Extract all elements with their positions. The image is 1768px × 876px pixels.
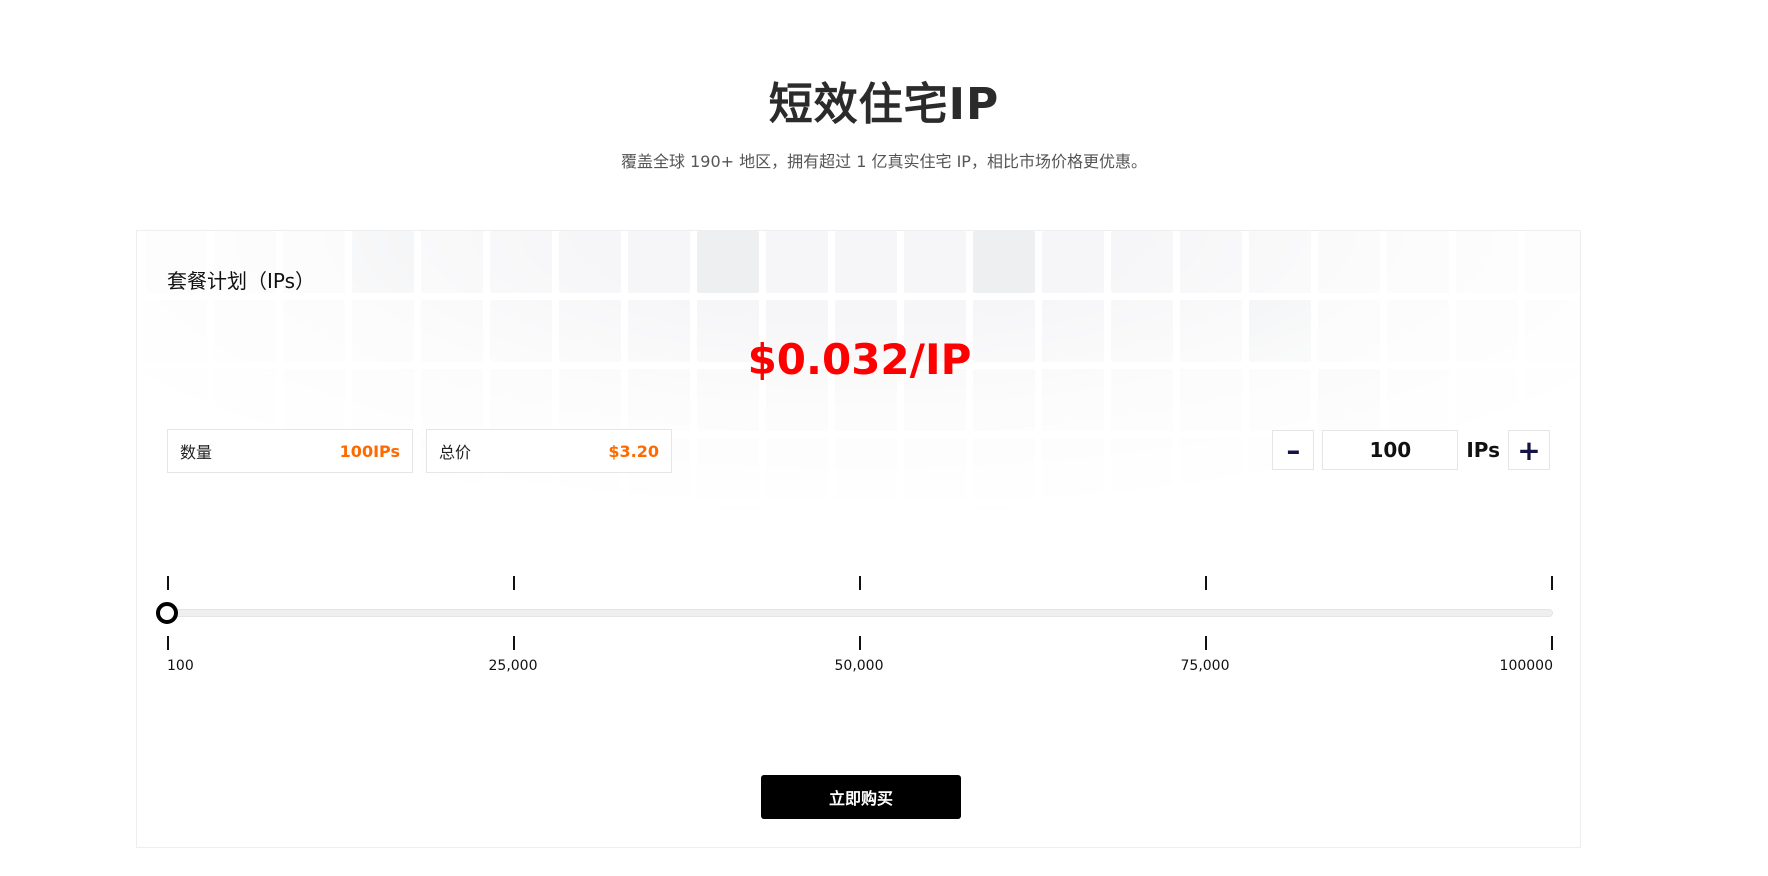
- plan-card: 套餐计划（IPs） $0.032/IP 数量 100IPs 总价 $3.20 –…: [136, 230, 1581, 848]
- slider-tick: [859, 576, 861, 590]
- slider-tick-label: 100000: [1499, 658, 1553, 674]
- quantity-slider[interactable]: 100 25,000 50,000 75,000 100000: [156, 576, 1553, 674]
- total-summary: 总价 $3.20: [426, 429, 672, 473]
- slider-tick: [1551, 636, 1553, 650]
- slider-track[interactable]: [167, 609, 1553, 617]
- grid-cell: [1525, 231, 1580, 293]
- quantity-unit: IPs: [1466, 438, 1500, 462]
- slider-tick-label: 100: [167, 658, 194, 674]
- grid-cell: [973, 507, 1035, 569]
- quantity-stepper: – IPs +: [1272, 429, 1550, 471]
- grid-cell: [1249, 231, 1311, 293]
- grid-cell: [1387, 231, 1449, 293]
- slider-tick-label: 50,000: [834, 658, 884, 674]
- slider-tick: [513, 636, 515, 650]
- decorative-grid-background: [137, 231, 1580, 569]
- grid-cell: [835, 438, 897, 500]
- grid-cell: [1111, 438, 1173, 500]
- page-subtitle: 覆盖全球 190+ 地区，拥有超过 1 亿真实住宅 IP，相比市场价格更优惠。: [621, 152, 1147, 171]
- grid-cell: [766, 231, 828, 293]
- total-value: $3.20: [608, 441, 659, 461]
- grid-cell: [1525, 507, 1580, 569]
- grid-cell: [1318, 507, 1380, 569]
- buy-now-button[interactable]: 立即购买: [761, 775, 961, 819]
- grid-cell: [1180, 231, 1242, 293]
- total-label: 总价: [439, 443, 472, 462]
- grid-cell: [766, 507, 828, 569]
- slider-tick: [513, 576, 515, 590]
- grid-cell: [559, 231, 621, 293]
- grid-cell: [214, 507, 276, 569]
- grid-cell: [628, 231, 690, 293]
- grid-cell: [421, 231, 483, 293]
- grid-cell: [1111, 507, 1173, 569]
- grid-cell: [1111, 231, 1173, 293]
- slider-tick-label: 75,000: [1180, 658, 1230, 674]
- slider-tick: [1205, 576, 1207, 590]
- grid-cell: [1387, 507, 1449, 569]
- slider-tick: [167, 636, 169, 650]
- grid-cell: [421, 507, 483, 569]
- grid-cell: [904, 438, 966, 500]
- quantity-summary: 数量 100IPs: [167, 429, 413, 473]
- grid-cell: [1180, 438, 1242, 500]
- quantity-value: 100IPs: [339, 441, 400, 461]
- grid-cell: [697, 507, 759, 569]
- grid-cell: [283, 507, 345, 569]
- grid-cell: [766, 438, 828, 500]
- grid-cell: [973, 438, 1035, 500]
- grid-cell: [490, 231, 552, 293]
- plan-label: 套餐计划（IPs）: [167, 269, 316, 293]
- grid-cell: [1180, 507, 1242, 569]
- grid-cell: [1249, 507, 1311, 569]
- slider-thumb[interactable]: [156, 602, 178, 624]
- grid-cell: [835, 507, 897, 569]
- increment-button[interactable]: +: [1508, 430, 1550, 470]
- grid-cell: [904, 507, 966, 569]
- price-per-ip: $0.032/IP: [747, 335, 972, 384]
- decrement-button[interactable]: –: [1272, 430, 1315, 470]
- quantity-input[interactable]: [1322, 430, 1459, 470]
- slider-tick: [1205, 636, 1207, 650]
- grid-cell: [490, 507, 552, 569]
- grid-cell: [697, 438, 759, 500]
- page-title: 短效住宅IP: [768, 79, 1000, 130]
- slider-tick: [1551, 576, 1553, 590]
- grid-cell: [559, 507, 621, 569]
- grid-cell: [1456, 507, 1518, 569]
- grid-cell: [352, 507, 414, 569]
- grid-cell: [1042, 507, 1104, 569]
- grid-cell: [835, 231, 897, 293]
- grid-cell: [1042, 438, 1104, 500]
- grid-cell: [1042, 231, 1104, 293]
- grid-cell: [1318, 231, 1380, 293]
- grid-cell: [697, 231, 759, 293]
- grid-cell: [352, 231, 414, 293]
- quantity-label: 数量: [180, 443, 213, 462]
- grid-cell: [145, 507, 207, 569]
- grid-cell: [1456, 231, 1518, 293]
- grid-cell: [904, 231, 966, 293]
- grid-cell: [973, 231, 1035, 293]
- slider-tick: [167, 576, 169, 590]
- grid-cell: [628, 507, 690, 569]
- slider-tick-label: 25,000: [488, 658, 538, 674]
- slider-tick: [859, 636, 861, 650]
